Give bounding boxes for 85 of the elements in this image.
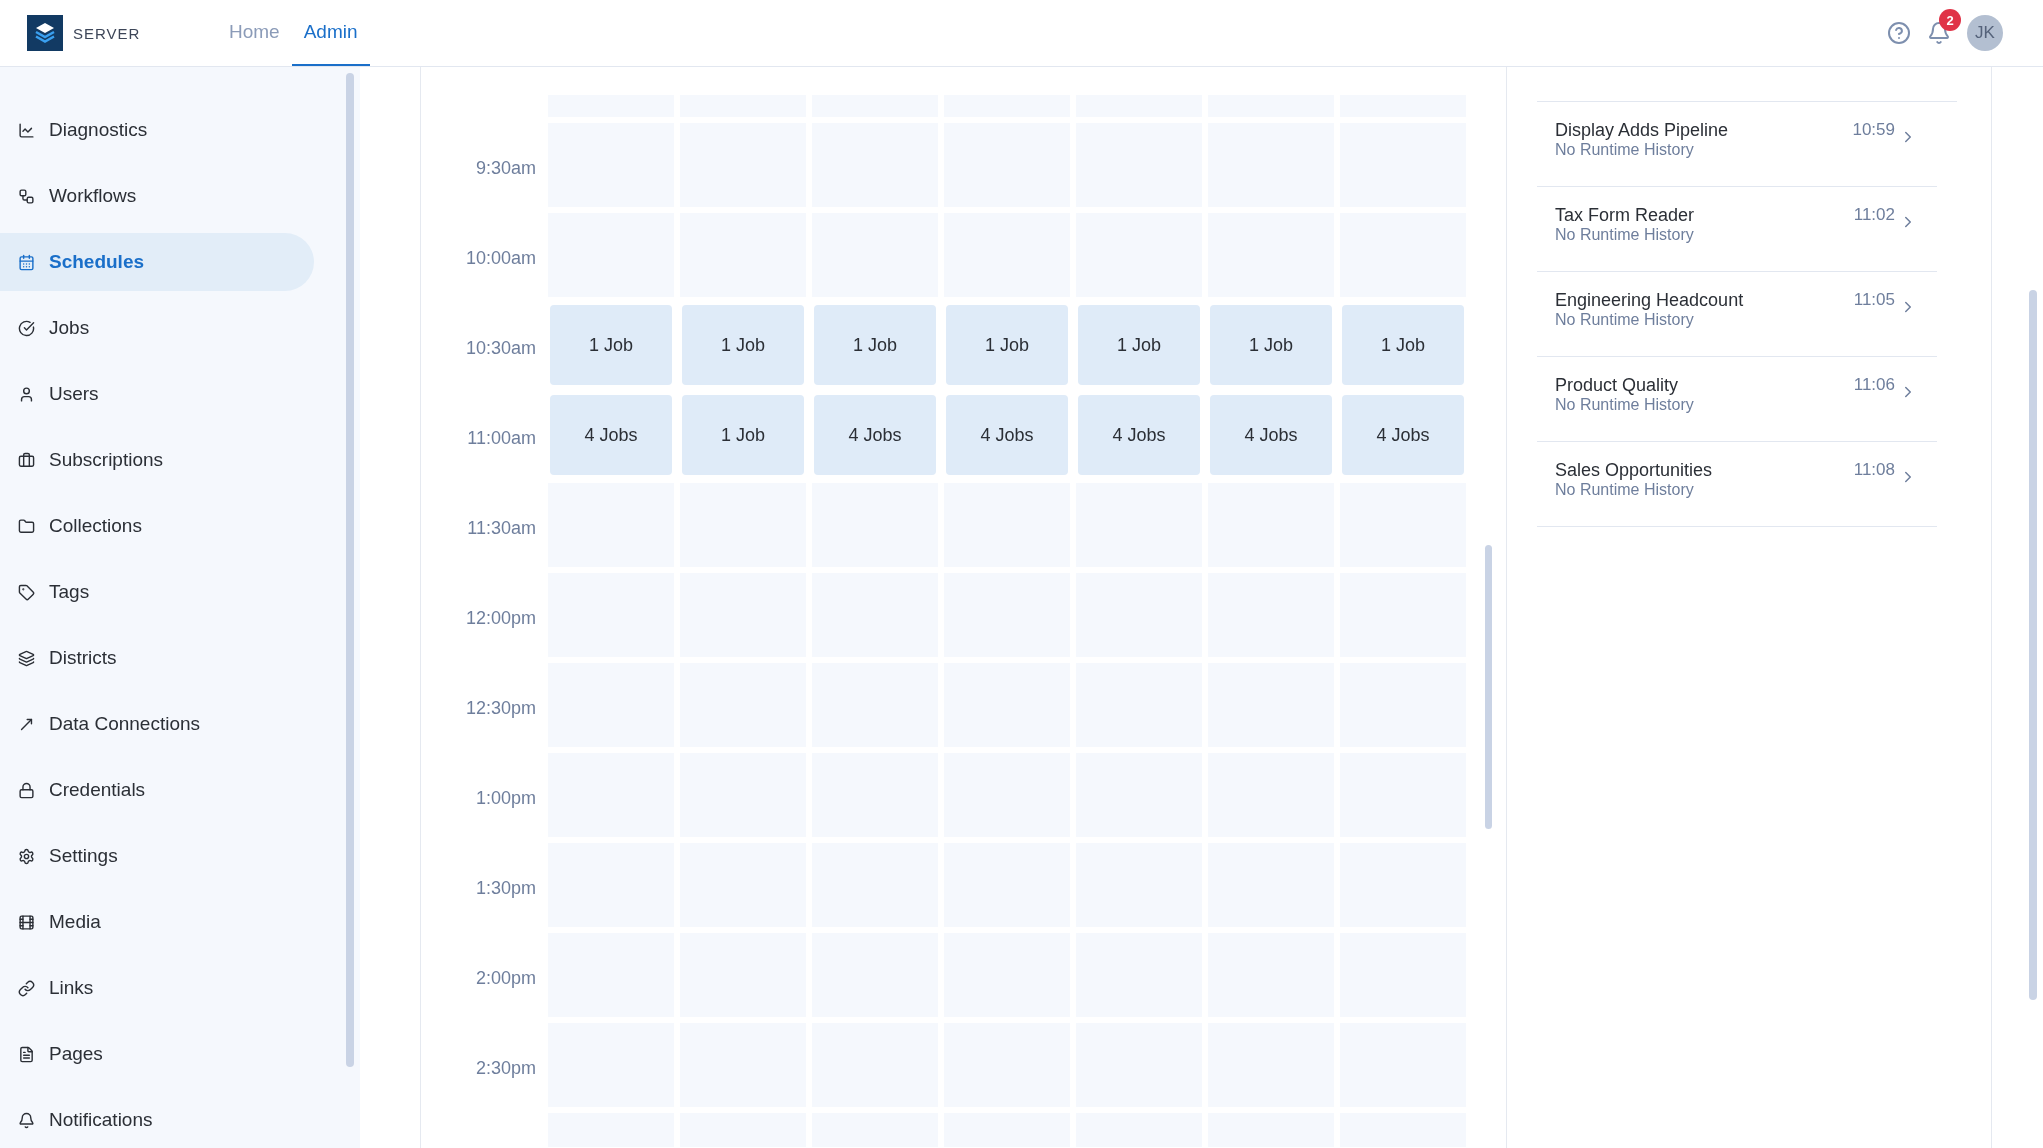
folder-icon xyxy=(18,517,35,535)
notification-badge: 2 xyxy=(1939,9,1961,31)
runtime-status: No Runtime History xyxy=(1555,311,1695,329)
job-count-cell[interactable]: 4 Jobs xyxy=(814,395,936,475)
job-count-cell[interactable]: 1 Job xyxy=(1210,305,1332,385)
sidebar-item[interactable]: Settings xyxy=(0,827,314,885)
bell-icon xyxy=(18,1111,35,1129)
job-count-cell[interactable]: 1 Job xyxy=(814,305,936,385)
sidebar-item[interactable]: Notifications xyxy=(0,1091,314,1148)
job-count-cell[interactable]: 4 Jobs xyxy=(550,395,672,475)
line-chart-icon xyxy=(18,121,35,139)
sidebar-item[interactable]: Subscriptions xyxy=(0,431,314,489)
workflow-icon xyxy=(18,187,35,205)
help-button[interactable] xyxy=(1887,21,1911,45)
briefcase-icon xyxy=(18,451,35,469)
sidebar-item[interactable]: Credentials xyxy=(0,761,314,819)
check-circle-icon xyxy=(18,319,35,337)
scrollbar-thumb[interactable] xyxy=(1485,545,1492,829)
sidebar-item[interactable]: Jobs xyxy=(0,299,314,357)
link-icon xyxy=(18,979,35,997)
time-label: 11:00am xyxy=(467,427,536,449)
runtime-status: No Runtime History xyxy=(1555,226,1695,244)
job-count-cell[interactable]: 4 Jobs xyxy=(1342,395,1464,475)
sidebar-item[interactable]: Pages xyxy=(0,1025,314,1083)
lock-icon xyxy=(18,781,35,799)
time-label: 10:30am xyxy=(465,337,536,359)
layers-icon xyxy=(18,649,35,667)
sidebar-item[interactable]: Diagnostics xyxy=(0,101,314,159)
sidebar-item[interactable]: Tags xyxy=(0,563,314,621)
time-label: 1:00pm xyxy=(475,787,536,809)
logo-icon xyxy=(27,15,63,51)
schedule-list-item[interactable]: Sales Opportunities No Runtime History 11:08 xyxy=(1537,442,1937,527)
sidebar-item[interactable]: Media xyxy=(0,893,314,951)
notifications-button[interactable]: 2 xyxy=(1927,9,1961,45)
schedule-time: 11:05 xyxy=(1853,290,1895,311)
sidebar-item[interactable]: Schedules xyxy=(0,233,314,291)
document-icon xyxy=(18,1045,35,1063)
settings-icon xyxy=(18,847,35,865)
runtime-status: No Runtime History xyxy=(1555,481,1695,499)
scrollbar-thumb[interactable] xyxy=(2029,290,2037,1000)
scrollbar-thumb[interactable] xyxy=(346,73,354,1067)
job-count-cell[interactable]: 1 Job xyxy=(946,305,1068,385)
job-count-cell[interactable]: 1 Job xyxy=(1342,305,1464,385)
schedule-list-item[interactable]: Tax Form Reader No Runtime History 11:02 xyxy=(1537,187,1937,272)
runtime-status: No Runtime History xyxy=(1555,396,1695,414)
time-label: 10:00am xyxy=(465,247,536,269)
schedule-list-item[interactable]: Product Quality No Runtime History 11:06 xyxy=(1537,357,1937,442)
schedule-name: Sales Opportunities xyxy=(1555,460,1714,481)
schedule-time: 11:02 xyxy=(1853,205,1895,226)
sidebar-item[interactable]: Links xyxy=(0,959,314,1017)
schedule-time: 11:08 xyxy=(1853,460,1895,481)
schedule-list-item[interactable]: Display Adds Pipeline No Runtime History 10:59 xyxy=(1537,102,1937,187)
schedule-name: Tax Form Reader xyxy=(1555,205,1696,226)
job-count-cell[interactable]: 4 Jobs xyxy=(946,395,1068,475)
schedule-name: Engineering Headcount xyxy=(1555,290,1745,311)
job-count-cell[interactable]: 4 Jobs xyxy=(1078,395,1200,475)
help-icon xyxy=(1887,21,1911,45)
schedule-name: Display Adds Pipeline xyxy=(1555,120,1730,141)
user-icon xyxy=(18,385,35,403)
schedule-time: 11:06 xyxy=(1853,375,1895,396)
time-label: 11:30am xyxy=(467,517,536,539)
job-count-cell[interactable]: 1 Job xyxy=(682,395,804,475)
time-label: 12:00pm xyxy=(465,607,536,629)
job-count-cell[interactable]: 1 Job xyxy=(682,305,804,385)
schedule-name: Product Quality xyxy=(1555,375,1680,396)
sidebar-item[interactable]: Workflows xyxy=(0,167,314,225)
time-label: 2:30pm xyxy=(475,1057,536,1079)
film-icon xyxy=(18,913,35,931)
job-count-cell[interactable]: 1 Job xyxy=(1078,305,1200,385)
time-label: 2:00pm xyxy=(475,967,536,989)
sidebar-item[interactable]: Districts xyxy=(0,629,314,687)
time-label: 9:30am xyxy=(475,157,536,179)
calendar-icon xyxy=(18,253,35,271)
time-label: 12:30pm xyxy=(465,697,536,719)
brand-name: SERVER xyxy=(73,24,141,42)
tag-icon xyxy=(18,583,35,601)
job-count-cell[interactable]: 4 Jobs xyxy=(1210,395,1332,475)
sidebar-item[interactable]: Data Connections xyxy=(0,695,314,753)
sidebar-item[interactable]: Users xyxy=(0,365,314,423)
time-label: 1:30pm xyxy=(475,877,536,899)
schedule-list-item[interactable]: Engineering Headcount No Runtime History 11:05 xyxy=(1537,272,1937,357)
sidebar-item[interactable]: Collections xyxy=(0,497,314,555)
job-count-cell[interactable]: 1 Job xyxy=(550,305,672,385)
schedule-time: 10:59 xyxy=(1852,120,1895,141)
runtime-status: No Runtime History xyxy=(1555,141,1695,159)
